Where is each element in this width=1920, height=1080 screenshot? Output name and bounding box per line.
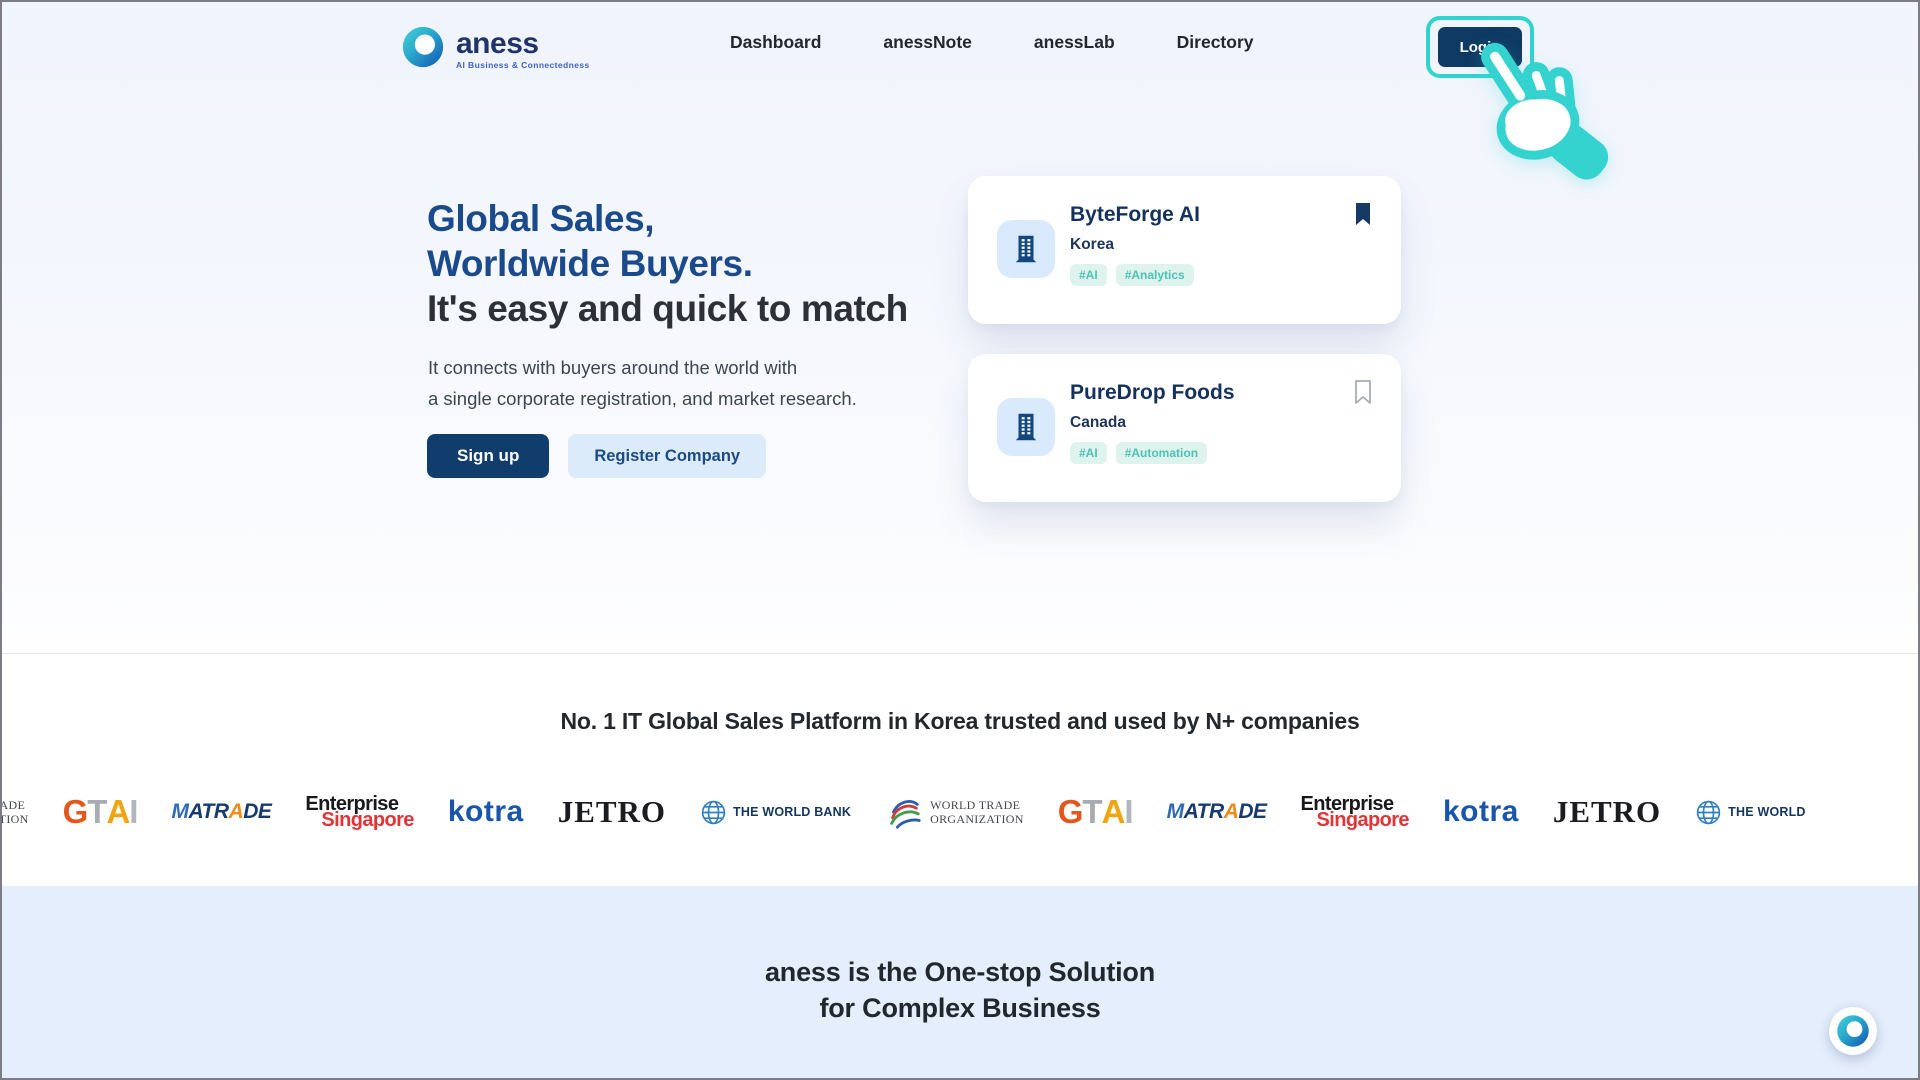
hero-section: aness AI Business & Connectedness Dashbo…: [2, 2, 1918, 654]
logo-letter: A: [106, 793, 129, 831]
partner-logo-world-bank: THE WORLD BANK: [700, 799, 851, 826]
company-card-byteforge[interactable]: ByteForge AI Korea #AI #Analytics: [968, 176, 1401, 324]
partner-logo-kotra: kotra: [1443, 795, 1519, 829]
hero-description: It connects with buyers around the world…: [428, 352, 857, 414]
logo-line: ORGANIZATION: [0, 812, 29, 826]
partner-logo-enterprise-singapore: Enterprise Singapore: [305, 795, 413, 830]
logo-letter: DE: [243, 800, 271, 824]
logo-letter: A: [229, 800, 244, 824]
wto-swirl-icon: [885, 793, 923, 831]
logo-letter: T: [1082, 793, 1101, 831]
headline-line2: Worldwide Buyers.: [427, 241, 908, 286]
logo-letter: M: [1167, 800, 1184, 824]
partner-logo-matrade: MATRADE: [1167, 800, 1267, 824]
brand-tagline: AI Business & Connectedness: [456, 60, 590, 70]
partner-logo-matrade: MATRADE: [171, 800, 271, 824]
nav-item-dashboard[interactable]: Dashboard: [730, 32, 821, 53]
partner-logo-wto: WORLD TRADE ORGANIZATION: [885, 793, 1024, 831]
partner-logo-world-bank: THE WORLD BANK: [1695, 799, 1806, 826]
description-line1: It connects with buyers around the world…: [428, 352, 857, 383]
bookmark-outline-icon[interactable]: [1351, 378, 1375, 411]
company-country: Korea: [1070, 236, 1114, 254]
tag-chip: #Automation: [1116, 442, 1207, 464]
tag-chip: #AI: [1070, 442, 1107, 464]
company-name: PureDrop Foods: [1070, 381, 1235, 405]
nav-item-anesslab[interactable]: anessLab: [1034, 32, 1115, 53]
description-line2: a single corporate registration, and mar…: [428, 383, 857, 414]
partner-logo-jetro: JETRO: [1553, 794, 1661, 830]
pointer-hand-icon: [1454, 40, 1622, 188]
building-icon: [1008, 409, 1044, 445]
globe-icon: [700, 799, 727, 826]
partner-logo-gtai: GTAI: [63, 793, 138, 831]
logo-letter: A: [1102, 793, 1125, 831]
main-nav: Dashboard anessNote anessLab Directory: [730, 2, 1254, 82]
logo-letter: DE: [1238, 800, 1266, 824]
partner-logo-wto: WORLD TRADE ORGANIZATION: [0, 793, 29, 831]
company-tags: #AI #Automation: [1070, 442, 1207, 464]
logo-line: WORLD TRADE: [0, 798, 29, 812]
brand-name: aness: [456, 27, 539, 60]
hero-headline: Global Sales, Worldwide Buyers. It's eas…: [427, 196, 908, 331]
logo-line: Singapore: [321, 811, 413, 830]
tag-chip: #AI: [1070, 264, 1107, 286]
logo-letter: I: [1124, 793, 1132, 831]
footer-message: aness is the One-stop Solution for Compl…: [2, 954, 1918, 1026]
logo-letter: M: [171, 800, 188, 824]
aness-logo-icon: [1835, 1013, 1871, 1049]
footer-message-line2: for Complex Business: [2, 990, 1918, 1026]
partner-logo-gtai: GTAI: [1058, 793, 1133, 831]
cta-row: Sign up Register Company: [427, 434, 766, 478]
footer-message-line1: aness is the One-stop Solution: [2, 954, 1918, 990]
logo-letter: ATR: [188, 800, 228, 824]
partner-logo-jetro: JETRO: [558, 794, 666, 830]
logo-letter: I: [129, 793, 137, 831]
aness-logo-icon: [400, 24, 446, 75]
logo-letter: A: [1224, 800, 1239, 824]
register-company-button[interactable]: Register Company: [568, 434, 766, 478]
tag-chip: #Analytics: [1116, 264, 1194, 286]
logo-line: ORGANIZATION: [930, 812, 1024, 826]
logo-letter: ATR: [1184, 800, 1224, 824]
company-country: Canada: [1070, 414, 1126, 432]
building-icon: [1008, 231, 1044, 267]
headline-line3: It's easy and quick to match: [427, 286, 908, 331]
logo-text: THE WORLD BANK: [733, 805, 851, 819]
page: aness AI Business & Connectedness Dashbo…: [0, 0, 1920, 1080]
logo-line: Singapore: [1317, 811, 1409, 830]
globe-icon: [1695, 799, 1722, 826]
brand-logo[interactable]: aness AI Business & Connectedness: [400, 24, 590, 75]
company-tags: #AI #Analytics: [1070, 264, 1194, 286]
logo-text: THE WORLD BANK: [1728, 805, 1806, 819]
nav-item-directory[interactable]: Directory: [1177, 32, 1254, 53]
company-card-puredrop[interactable]: PureDrop Foods Canada #AI #Automation: [968, 354, 1401, 502]
company-icon-box: [997, 220, 1055, 278]
company-icon-box: [997, 398, 1055, 456]
logo-letter: T: [87, 793, 106, 831]
footer-band: aness is the One-stop Solution for Compl…: [2, 886, 1918, 1080]
logo-line: WORLD TRADE: [930, 798, 1024, 812]
bookmark-filled-icon[interactable]: [1351, 200, 1375, 233]
headline-line1: Global Sales,: [427, 196, 908, 241]
aness-floating-button[interactable]: [1829, 1007, 1877, 1055]
partner-logo-strip: WORLD TRADE ORGANIZATION GTAI MATRADE En…: [0, 779, 1806, 845]
logo-letter: G: [1058, 793, 1083, 831]
nav-item-anessnote[interactable]: anessNote: [883, 32, 972, 53]
signup-button[interactable]: Sign up: [427, 434, 549, 478]
partner-logo-kotra: kotra: [448, 795, 524, 829]
brand-wordmark: aness AI Business & Connectedness: [456, 29, 590, 70]
logo-letter: G: [63, 793, 88, 831]
trust-section: No. 1 IT Global Sales Platform in Korea …: [2, 655, 1918, 885]
trust-heading: No. 1 IT Global Sales Platform in Korea …: [2, 708, 1918, 735]
partner-logo-enterprise-singapore: Enterprise Singapore: [1301, 795, 1409, 830]
company-name: ByteForge AI: [1070, 203, 1200, 227]
